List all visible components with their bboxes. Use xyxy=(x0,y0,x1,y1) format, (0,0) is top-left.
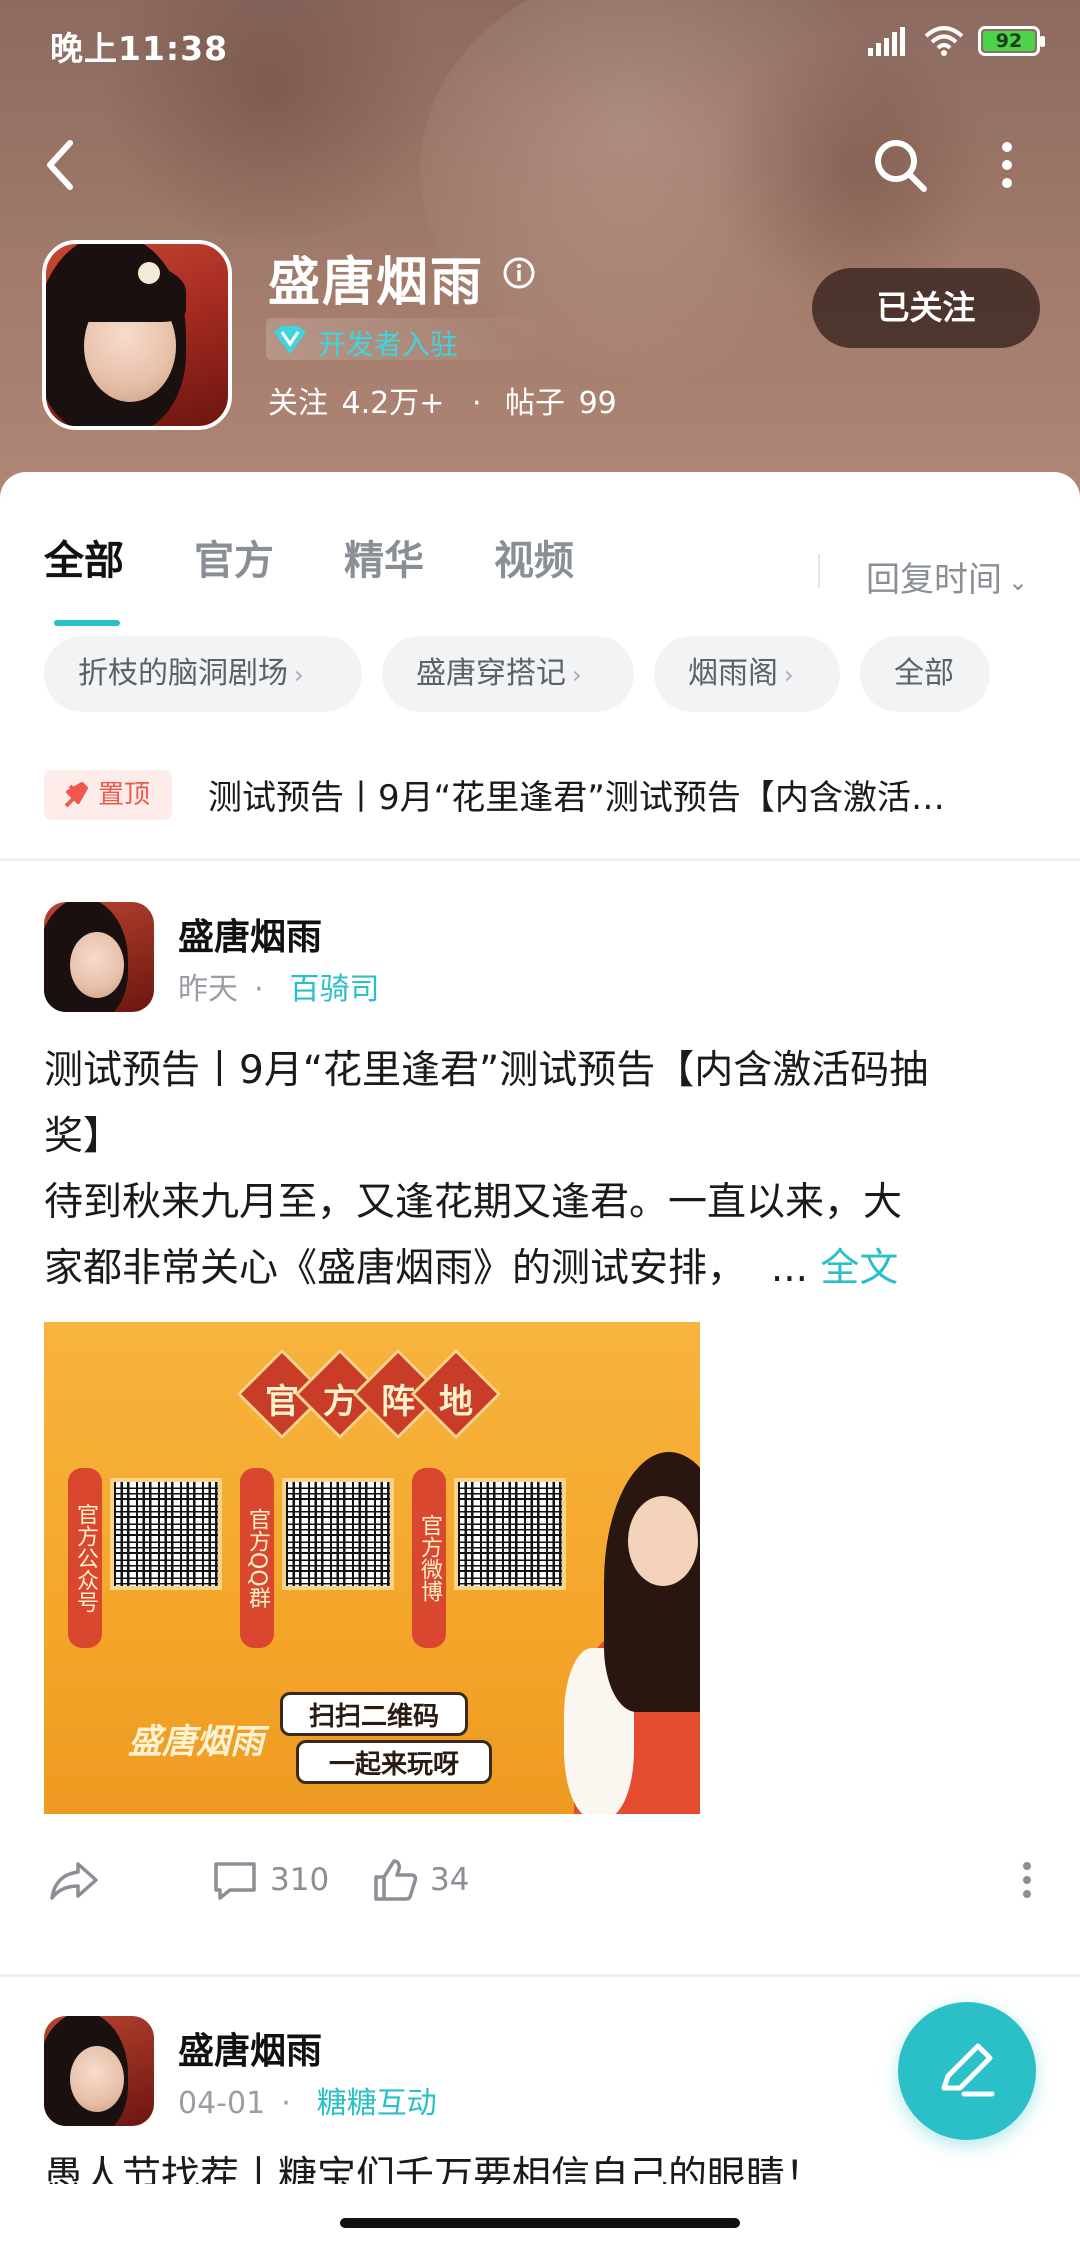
post-meta: 04-01 · 糖糖互动 xyxy=(178,2086,437,2121)
like-button[interactable]: 34 xyxy=(372,1850,469,1910)
comment-icon xyxy=(214,1862,256,1900)
pen-icon xyxy=(941,2043,995,2097)
pinned-post[interactable]: 置顶 测试预告丨9月“花里逢君”测试预告【内含激活… xyxy=(0,752,1080,852)
status-time: 晚上11:38 xyxy=(50,29,229,68)
qr-code-icon xyxy=(282,1478,394,1590)
pinned-badge: 置顶 xyxy=(44,770,172,820)
post-meta: 昨天 · 百骑司 xyxy=(178,972,380,1007)
developer-badge: 开发者入驻 xyxy=(266,318,556,361)
status-bar: 晚上11:38 92 xyxy=(0,0,1080,90)
tab-featured[interactable]: 精华 xyxy=(344,528,424,586)
tab-indicator xyxy=(54,620,120,626)
feed-panel: 全部 官方 精华 视频 回复时间 ⌄ 折枝的脑洞剧场 › 盛唐穿搭记 › 烟雨阁 › 全… xyxy=(0,472,1080,2248)
sort-dropdown[interactable]: 回复时间 ⌄ xyxy=(866,552,1028,601)
game-logo: 盛唐烟雨 xyxy=(128,1722,264,1762)
post-tag[interactable]: 百骑司 xyxy=(290,972,380,1007)
comment-button[interactable]: 310 xyxy=(212,1850,329,1910)
compose-button[interactable] xyxy=(898,2002,1036,2140)
speech-bubble: 扫扫二维码 一起来玩呀 xyxy=(280,1692,492,1792)
game-title: 盛唐烟雨 xyxy=(268,253,485,313)
read-more-link[interactable]: 全文 xyxy=(820,1246,898,1291)
diamond-icon xyxy=(274,326,306,354)
image-title: 官 方 阵 地 xyxy=(236,1348,502,1440)
more-vertical-icon[interactable] xyxy=(1012,1858,1042,1902)
share-button[interactable] xyxy=(48,1850,112,1910)
character-illustration xyxy=(564,1452,700,1814)
divider xyxy=(818,554,820,588)
post-image[interactable]: 官 方 阵 地 官方公众号 官方QQ群 官方微博 盛唐烟雨 扫扫二维码 一起来玩… xyxy=(44,1322,700,1814)
post-content: 愚人节找茬丨糖宝们千万要相信自己的眼睛！ xyxy=(44,2154,825,2184)
more-vertical-icon[interactable] xyxy=(992,135,1022,195)
follow-button[interactable]: 已关注 xyxy=(812,268,1040,348)
chip-topic[interactable]: 折枝的脑洞剧场 › xyxy=(44,636,362,712)
battery-icon: 92 xyxy=(978,26,1045,56)
qr-code-icon xyxy=(110,1478,222,1590)
tab-video[interactable]: 视频 xyxy=(494,528,574,586)
post-author[interactable]: 盛唐烟雨 xyxy=(178,908,322,960)
divider xyxy=(0,858,1080,861)
divider xyxy=(0,1974,1080,1977)
post-tag[interactable]: 糖糖互动 xyxy=(317,2086,437,2121)
chevron-down-icon: ⌄ xyxy=(1008,567,1029,596)
qr-code-icon xyxy=(454,1478,566,1590)
chip-topic[interactable]: 盛唐穿搭记 › xyxy=(382,636,634,712)
thumbs-up-icon xyxy=(374,1859,418,1901)
share-icon xyxy=(50,1862,98,1900)
chip-all[interactable]: 全部 xyxy=(860,636,990,712)
pinned-title: 测试预告丨9月“花里逢君”测试预告【内含激活… xyxy=(208,778,945,818)
info-icon[interactable] xyxy=(502,256,536,290)
tab-all[interactable]: 全部 xyxy=(44,528,124,586)
stats: 关注 4.2万+ · 帖子 99 xyxy=(268,386,617,421)
back-icon[interactable] xyxy=(40,135,80,195)
search-icon[interactable] xyxy=(870,135,930,195)
pin-icon xyxy=(64,782,88,808)
avatar[interactable] xyxy=(44,2016,154,2126)
post-content: 测试预告丨9月“花里逢君”测试预告【内含激活码抽 奖】 待到秋来九月至，又逢花期… xyxy=(44,1048,929,1291)
signal-icon xyxy=(868,27,905,56)
tab-official[interactable]: 官方 xyxy=(194,528,274,586)
game-header: 晚上11:38 92 盛唐烟雨 开发者入驻 关注 4.2万+ · 帖子 99 已… xyxy=(0,0,1080,500)
wifi-icon xyxy=(924,26,964,56)
home-indicator[interactable] xyxy=(340,2218,740,2228)
post-author[interactable]: 盛唐烟雨 xyxy=(178,2022,322,2074)
avatar[interactable] xyxy=(44,902,154,1012)
chip-topic[interactable]: 烟雨阁 › xyxy=(654,636,840,712)
tab-bar: 全部 官方 精华 视频 回复时间 ⌄ xyxy=(0,508,1080,626)
post-actions: 310 34 xyxy=(0,1840,1080,1920)
game-icon xyxy=(42,240,232,430)
